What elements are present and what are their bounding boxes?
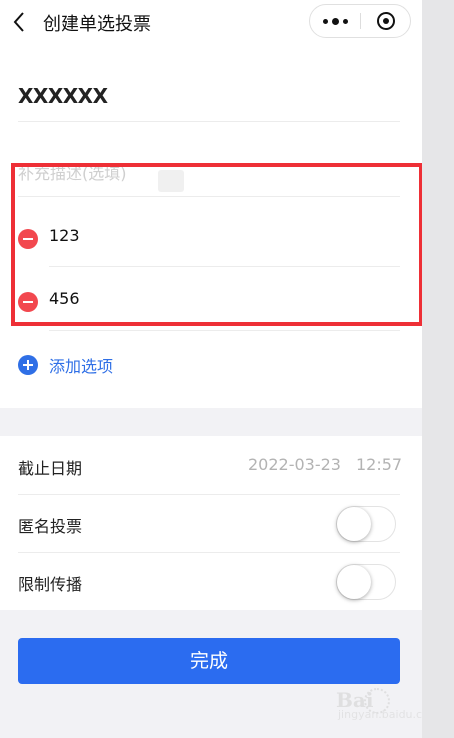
vote-title-input[interactable]: XXXXXX xyxy=(18,84,108,108)
highlight-annotation-box xyxy=(11,163,422,326)
capsule-divider xyxy=(360,13,361,29)
more-dots-icon[interactable] xyxy=(310,5,360,37)
baidu-watermark: Bai jingyan.baidu.com xyxy=(330,682,422,722)
vote-settings: 截止日期 2022-03-23 12:57 匿名投票 限制传播 xyxy=(0,436,422,610)
anonymous-label: 匿名投票 xyxy=(18,517,83,536)
done-button[interactable]: 完成 xyxy=(18,638,400,684)
top-nav-bar: 创建单选投票 xyxy=(0,0,422,48)
divider xyxy=(49,330,400,331)
mini-program-capsule xyxy=(309,4,411,38)
chevron-left-icon[interactable] xyxy=(10,10,30,34)
deadline-label: 截止日期 xyxy=(18,459,83,478)
record-target-icon[interactable] xyxy=(370,10,402,32)
deadline-date[interactable]: 2022-03-23 xyxy=(248,455,341,474)
toggle-knob xyxy=(337,565,371,599)
deadline-row[interactable]: 截止日期 2022-03-23 12:57 xyxy=(18,436,402,494)
page: 创建单选投票 XXXXXX 补充描述(选填) 123 456 添加选项 截止日期… xyxy=(0,0,422,738)
divider xyxy=(18,121,400,122)
anonymous-row: 匿名投票 xyxy=(18,494,398,552)
restrict-row: 限制传播 xyxy=(18,552,398,610)
anonymous-toggle[interactable] xyxy=(336,506,396,542)
deadline-time[interactable]: 12:57 xyxy=(356,455,402,474)
restrict-toggle[interactable] xyxy=(336,564,396,600)
side-scroll-area xyxy=(422,0,454,738)
toggle-knob xyxy=(337,507,371,541)
plus-circle-icon xyxy=(18,355,38,375)
add-option-label: 添加选项 xyxy=(49,357,114,376)
restrict-label: 限制传播 xyxy=(18,575,83,594)
watermark-subtext: jingyan.baidu.com xyxy=(338,708,422,721)
page-title: 创建单选投票 xyxy=(43,14,151,35)
